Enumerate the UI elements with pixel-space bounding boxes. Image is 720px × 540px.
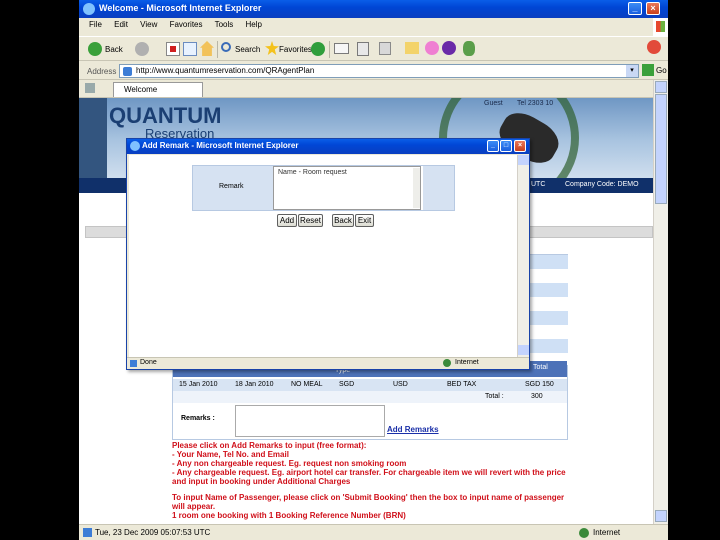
instructions-block: Please click on Add Remarks to input (fr… (172, 441, 572, 524)
remarks-textarea[interactable] (235, 405, 385, 437)
back-arrow-icon[interactable] (88, 42, 102, 56)
popup-page: Remark Name - Room request Add Reset Bac… (129, 155, 517, 357)
menu-tools[interactable]: Tools (215, 20, 234, 29)
tab-strip: Welcome (79, 80, 653, 98)
instruction-line: Please click on Add Remarks to input (fr… (172, 441, 367, 450)
scroll-down-arrow[interactable] (655, 510, 667, 522)
popup-status-text: Done (140, 359, 157, 366)
forward-arrow-icon[interactable] (135, 42, 149, 56)
menu-file[interactable]: File (89, 20, 102, 29)
instruction-line: and input in booking under Additional Ch… (172, 477, 351, 486)
scroll-thumb[interactable] (655, 94, 667, 204)
popup-scroll-down-arrow[interactable] (518, 345, 529, 355)
popup-ie-icon (130, 141, 140, 151)
address-bar: Address http://www.quantumreservation.co… (79, 62, 668, 80)
back-button[interactable]: Back (105, 45, 123, 54)
windows-flag-icon (653, 18, 668, 36)
add-remarks-link[interactable]: Add Remarks (387, 425, 439, 434)
tab-list-icon[interactable] (85, 83, 95, 93)
instruction-line: To input Name of Passenger, please click… (172, 493, 565, 502)
favorites-button[interactable]: Favorites (279, 45, 312, 54)
window-title: Welcome - Microsoft Internet Explorer (99, 3, 262, 13)
instruction-line: will appear. (172, 502, 216, 511)
remark-textarea[interactable]: Name - Room request (273, 166, 421, 210)
instruction-line: - Your Name, Tel No. and Email (172, 450, 289, 459)
exit-button[interactable]: Exit (355, 214, 374, 227)
discuss-icon[interactable] (405, 42, 419, 54)
address-label: Address (87, 67, 117, 76)
popup-maximize-button[interactable]: □ (500, 140, 512, 152)
stop-icon[interactable] (166, 42, 180, 56)
search-button[interactable]: Search (235, 45, 260, 54)
menu-bar: File Edit View Favorites Tools Help (89, 20, 609, 34)
scroll-up-arrow[interactable] (655, 81, 667, 93)
minimize-button[interactable]: _ (628, 2, 642, 15)
popup-title: Add Remark - Microsoft Internet Explorer (142, 141, 299, 150)
close-button[interactable]: × (646, 2, 660, 15)
popup-minimize-button[interactable]: _ (487, 140, 499, 152)
address-input[interactable]: http://www.quantumreservation.com/QRAgen… (119, 64, 639, 78)
edit-icon[interactable] (379, 42, 391, 55)
history-icon[interactable] (311, 42, 325, 56)
menu-edit[interactable]: Edit (114, 20, 128, 29)
popup-scroll-up-arrow[interactable] (518, 155, 529, 165)
favorites-star-icon[interactable] (265, 41, 279, 55)
reset-button[interactable]: Reset (298, 214, 323, 227)
popup-status-icon (130, 360, 137, 367)
company-code: Company Code: DEMO (565, 181, 639, 188)
status-zone: Internet (593, 528, 621, 537)
remark-label: Remark (219, 183, 244, 190)
remarks-label: Remarks : (181, 415, 215, 422)
go-arrow-icon[interactable] (642, 64, 654, 76)
ie-logo-icon (83, 3, 95, 15)
table-row: 15 Jan 2010 18 Jan 2010 NO MEAL SGD USD … (173, 379, 567, 391)
popup-close-button[interactable]: × (514, 140, 526, 152)
menu-view[interactable]: View (140, 20, 157, 29)
window-title-bar[interactable]: Welcome - Microsoft Internet Explorer _ … (79, 0, 668, 18)
remarks-row: Remarks : Add Remarks (173, 405, 567, 439)
menu-help[interactable]: Help (246, 20, 262, 29)
status-bar: Tue, 23 Dec 2009 05:07:53 UTC Internet (79, 524, 668, 540)
popup-scrollbar[interactable] (517, 155, 529, 357)
messenger-icon[interactable] (425, 41, 439, 55)
home-icon[interactable] (200, 41, 214, 56)
yahoo-icon[interactable] (442, 41, 456, 55)
add-remark-popup: Add Remark - Microsoft Internet Explorer… (126, 138, 530, 370)
refresh-icon[interactable] (183, 42, 197, 56)
people-icon[interactable] (463, 41, 475, 56)
page-scrollbar[interactable] (653, 80, 668, 524)
popup-zone: Internet (455, 359, 479, 366)
back-button-popup[interactable]: Back (332, 214, 354, 227)
mail-icon[interactable] (334, 43, 349, 54)
address-dropdown-arrow[interactable]: ▾ (626, 65, 638, 77)
go-button[interactable]: Go (656, 66, 667, 75)
total-row: Total : 300 (173, 391, 567, 403)
instruction-line: - Any chargeable request. Eg. airport ho… (172, 468, 566, 477)
standard-toolbar: Back Search Favorites (79, 36, 668, 61)
search-icon[interactable] (221, 42, 231, 52)
status-text: Tue, 23 Dec 2009 05:07:53 UTC (95, 528, 211, 537)
instruction-line: 1 room one booking with 1 Booking Refere… (172, 511, 406, 520)
popup-status-bar: Done Internet (127, 357, 529, 369)
remark-form: Remark Name - Room request (192, 165, 455, 211)
textarea-scrollbar[interactable] (413, 168, 420, 208)
toolbar-extra-icon[interactable] (647, 40, 661, 54)
instruction-line: - Any non chargeable request. Eg. reques… (172, 459, 407, 468)
date-label: Tel 2303 10 (517, 100, 554, 107)
status-page-icon (83, 528, 92, 537)
page-icon (123, 67, 132, 76)
popup-title-bar[interactable]: Add Remark - Microsoft Internet Explorer… (127, 139, 529, 154)
tab-welcome[interactable]: Welcome (113, 82, 203, 97)
print-icon[interactable] (357, 42, 369, 56)
popup-zone-icon (443, 359, 451, 367)
internet-zone-icon (579, 528, 589, 538)
user-label: Guest (484, 100, 503, 107)
menu-favorites[interactable]: Favorites (170, 20, 203, 29)
add-button[interactable]: Add (277, 214, 297, 227)
